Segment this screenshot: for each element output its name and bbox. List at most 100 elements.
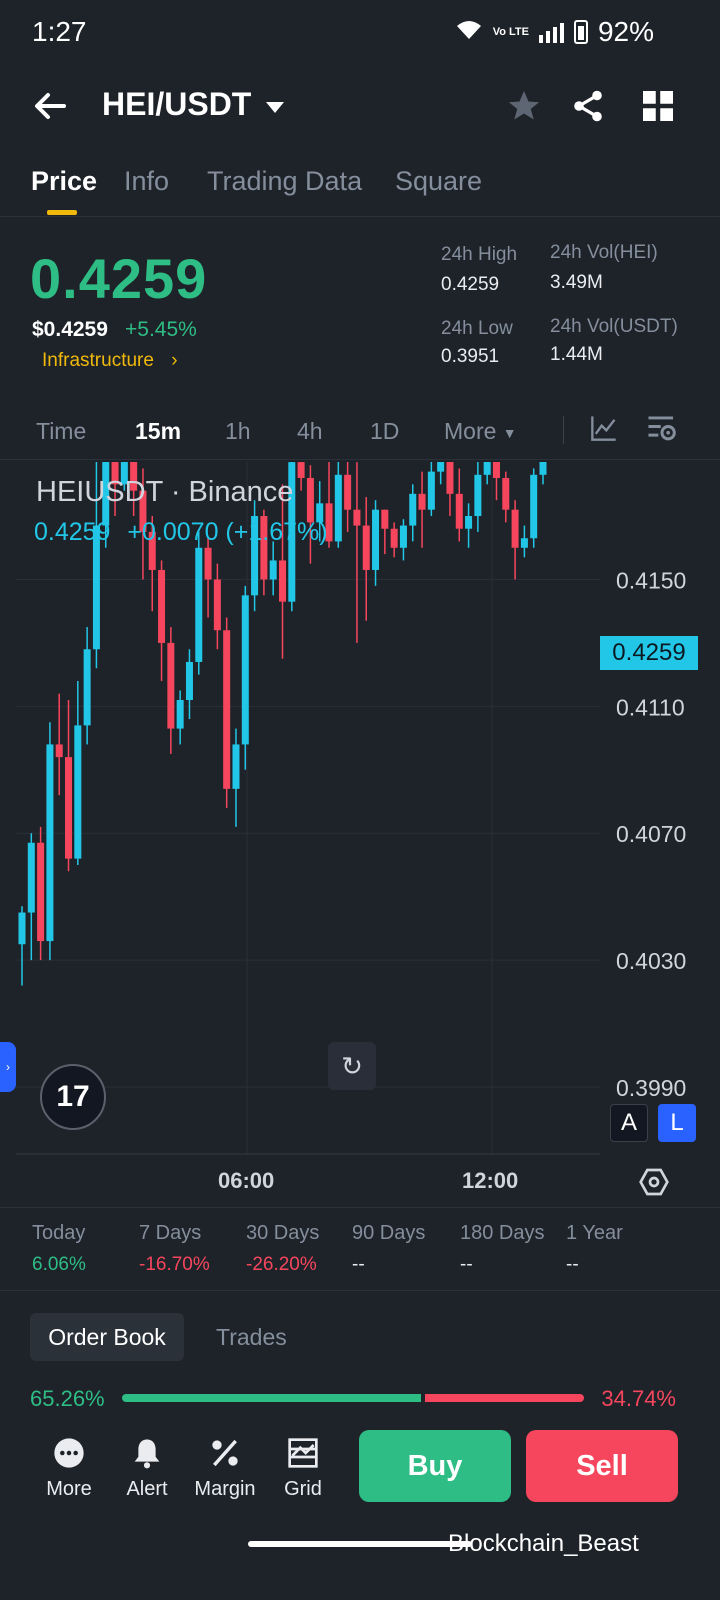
candle-body <box>483 462 491 475</box>
star-icon[interactable] <box>506 88 542 124</box>
side-panel-toggle[interactable]: › <box>0 1042 16 1092</box>
buy-ratio-fill <box>122 1394 421 1402</box>
candle-body <box>167 642 175 729</box>
candle-body <box>409 493 417 526</box>
high-value: 0.4259 <box>441 274 500 295</box>
watermark-text: Blockchain_Beast <box>448 1530 639 1557</box>
tab-square[interactable]: Square <box>395 166 482 197</box>
candle-body <box>74 725 82 859</box>
interval-15m[interactable]: 15m <box>135 418 181 445</box>
candle-body <box>399 525 407 548</box>
caret-down-icon <box>265 86 285 123</box>
candlestick-chart[interactable]: 0.43500.43000.42000.41500.41100.40700.40… <box>0 462 720 1208</box>
performance-label: 30 Days <box>246 1222 320 1244</box>
back-arrow-icon[interactable] <box>30 86 70 126</box>
bell-icon <box>130 1436 164 1470</box>
reset-chart-button[interactable]: ↻ <box>328 1042 376 1090</box>
refresh-icon: ↻ <box>341 1050 363 1081</box>
hexagon-settings-icon[interactable] <box>638 1166 670 1203</box>
last-price: 0.4259 <box>30 247 208 310</box>
chevron-right-icon: › <box>171 350 178 371</box>
candle-body <box>204 547 212 580</box>
performance-value: -16.70% <box>139 1254 210 1275</box>
log-scale-button[interactable]: L <box>658 1104 696 1142</box>
more-dots-icon <box>52 1436 86 1470</box>
category-tag[interactable]: Infrastructure › <box>42 350 178 372</box>
share-icon[interactable] <box>570 88 606 124</box>
tab-trading-data[interactable]: Trading Data <box>207 166 362 197</box>
battery-level: 92% <box>597 16 654 47</box>
status-time: 1:27 <box>32 16 87 47</box>
grid-menu-icon[interactable] <box>640 88 676 124</box>
more-button[interactable]: More <box>34 1436 104 1501</box>
sell-ratio-percent: 34.74% <box>601 1386 676 1411</box>
performance-label: 1 Year <box>566 1222 623 1244</box>
performance-label: 180 Days <box>460 1222 545 1244</box>
chart-subtitle-price: 0.4259 <box>34 518 111 546</box>
tab-info[interactable]: Info <box>124 166 169 197</box>
interval-1h[interactable]: 1h <box>225 418 251 445</box>
candle-body <box>539 462 547 475</box>
candle-body <box>530 474 538 539</box>
interval-4h[interactable]: 4h <box>297 418 323 445</box>
candle-body <box>297 462 305 478</box>
candle-body <box>474 474 482 517</box>
performance-value: -- <box>460 1254 473 1275</box>
performance-label: Today <box>32 1222 86 1244</box>
home-indicator[interactable] <box>248 1541 472 1547</box>
status-icons: Vo LTE 92% <box>455 16 654 48</box>
candle-body <box>353 509 361 526</box>
current-price-label: 0.4259 <box>600 636 698 670</box>
tab-trades[interactable]: Trades <box>216 1324 287 1351</box>
auto-scale-button[interactable]: A <box>610 1104 648 1142</box>
candle-body <box>362 525 370 570</box>
interval-time[interactable]: Time <box>36 418 86 445</box>
candle-body <box>418 493 426 510</box>
candle-body <box>223 630 231 789</box>
interval-more[interactable]: More ▼ <box>444 418 517 445</box>
chart-bottom-divider <box>0 1207 720 1208</box>
alert-button[interactable]: Alert <box>112 1436 182 1501</box>
intervals-divider <box>0 459 720 460</box>
vol-base-value: 3.49M <box>550 272 603 293</box>
buy-button[interactable]: Buy <box>359 1430 511 1502</box>
candle-body <box>381 509 389 529</box>
usd-price: $0.4259 <box>32 318 108 341</box>
performance-divider <box>0 1290 720 1291</box>
sell-button[interactable]: Sell <box>526 1430 678 1502</box>
interval-1d[interactable]: 1D <box>370 418 399 445</box>
chart-settings-icon[interactable] <box>646 414 678 449</box>
tradingview-logo: 17 <box>40 1064 106 1130</box>
interval-divider <box>563 416 564 444</box>
candle-body <box>372 509 380 570</box>
category-tag-label: Infrastructure <box>42 350 154 371</box>
candle-body <box>279 560 286 602</box>
candle-body <box>427 471 435 510</box>
caret-down-icon: ▼ <box>502 424 517 441</box>
candle-body <box>185 661 193 701</box>
indicator-icon[interactable] <box>590 414 618 447</box>
time-label-0600: 06:00 <box>218 1168 275 1193</box>
candle-body <box>502 477 510 510</box>
tab-order-book[interactable]: Order Book <box>30 1313 184 1361</box>
candle-body <box>334 474 342 542</box>
candle-body <box>27 842 35 913</box>
tab-price[interactable]: Price <box>31 166 97 197</box>
grid-button[interactable]: Grid <box>268 1436 338 1501</box>
candle-body <box>158 569 166 643</box>
pair-name: HEI/USDT <box>102 86 252 122</box>
chart-title: HEIUSDT · Binance <box>36 476 294 508</box>
candle-body <box>446 462 454 494</box>
grid-bot-icon <box>286 1436 320 1470</box>
buy-sell-ratio-bar <box>122 1394 584 1402</box>
active-tab-indicator <box>47 210 77 215</box>
candle-body <box>455 493 463 529</box>
margin-button[interactable]: Margin <box>190 1436 260 1501</box>
time-label-1200: 12:00 <box>462 1168 519 1193</box>
candle-body <box>18 912 26 945</box>
low-label: 24h Low <box>441 318 513 339</box>
pair-selector[interactable]: HEI/USDT <box>102 86 285 123</box>
change-percent: +5.45% <box>125 318 197 341</box>
performance-label: 90 Days <box>352 1222 426 1244</box>
candle-body <box>241 595 249 745</box>
